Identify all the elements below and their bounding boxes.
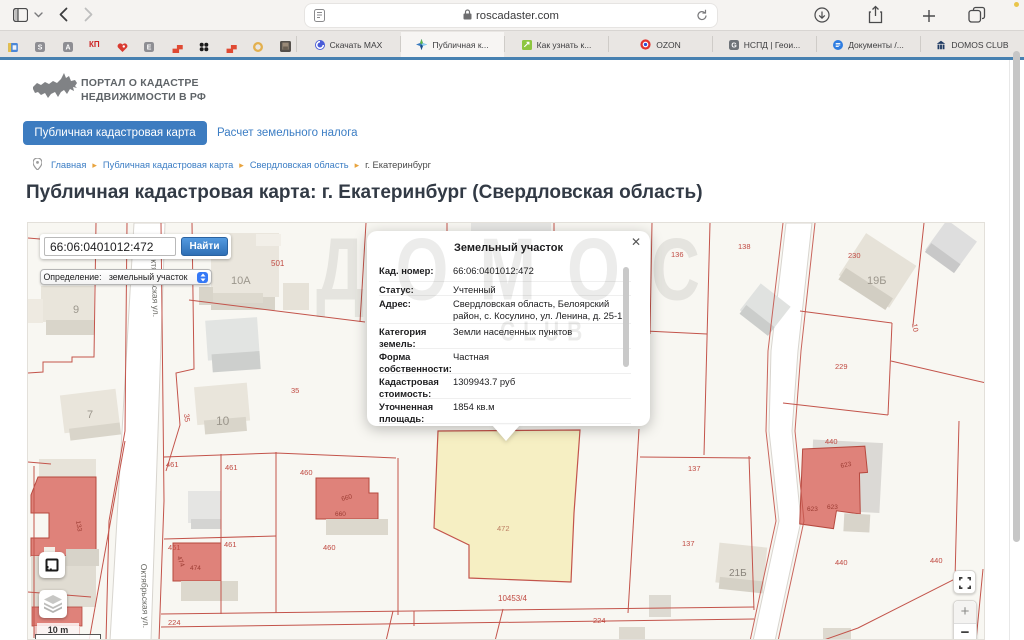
svg-text:10A: 10A xyxy=(231,275,251,287)
svg-text:224: 224 xyxy=(168,618,181,627)
svg-text:G: G xyxy=(731,42,736,49)
svg-text:224: 224 xyxy=(593,616,606,625)
svg-text:21Б: 21Б xyxy=(729,568,747,579)
svg-text:10: 10 xyxy=(910,323,920,333)
svg-text:137: 137 xyxy=(688,464,701,473)
svg-text:461: 461 xyxy=(224,540,237,549)
svg-text:E: E xyxy=(147,45,152,52)
svg-text:440: 440 xyxy=(835,558,848,567)
svg-text:472: 472 xyxy=(497,524,510,533)
svg-text:660: 660 xyxy=(335,511,346,518)
svg-text:501: 501 xyxy=(271,259,285,268)
svg-text:230: 230 xyxy=(848,251,861,260)
svg-text:461: 461 xyxy=(168,543,181,552)
svg-text:7: 7 xyxy=(87,409,93,421)
svg-text:474: 474 xyxy=(190,565,201,572)
svg-text:461: 461 xyxy=(225,463,238,472)
svg-text:623: 623 xyxy=(827,504,838,511)
svg-text:35: 35 xyxy=(182,413,192,422)
svg-text:9: 9 xyxy=(73,304,79,316)
svg-text:10453/4: 10453/4 xyxy=(498,594,527,603)
svg-text:10: 10 xyxy=(216,414,230,428)
svg-text:137: 137 xyxy=(682,539,695,548)
svg-text:229: 229 xyxy=(835,362,848,371)
svg-text:460: 460 xyxy=(300,468,313,477)
svg-text:440: 440 xyxy=(930,556,943,565)
svg-text:19Б: 19Б xyxy=(867,275,886,287)
svg-text:460: 460 xyxy=(323,543,336,552)
svg-text:35: 35 xyxy=(291,386,299,395)
svg-text:A: A xyxy=(66,45,71,52)
svg-text:440: 440 xyxy=(825,437,838,446)
svg-text:138: 138 xyxy=(738,242,751,251)
svg-text:S: S xyxy=(38,45,43,52)
svg-text:623: 623 xyxy=(807,506,818,513)
svg-text:461: 461 xyxy=(166,460,179,469)
